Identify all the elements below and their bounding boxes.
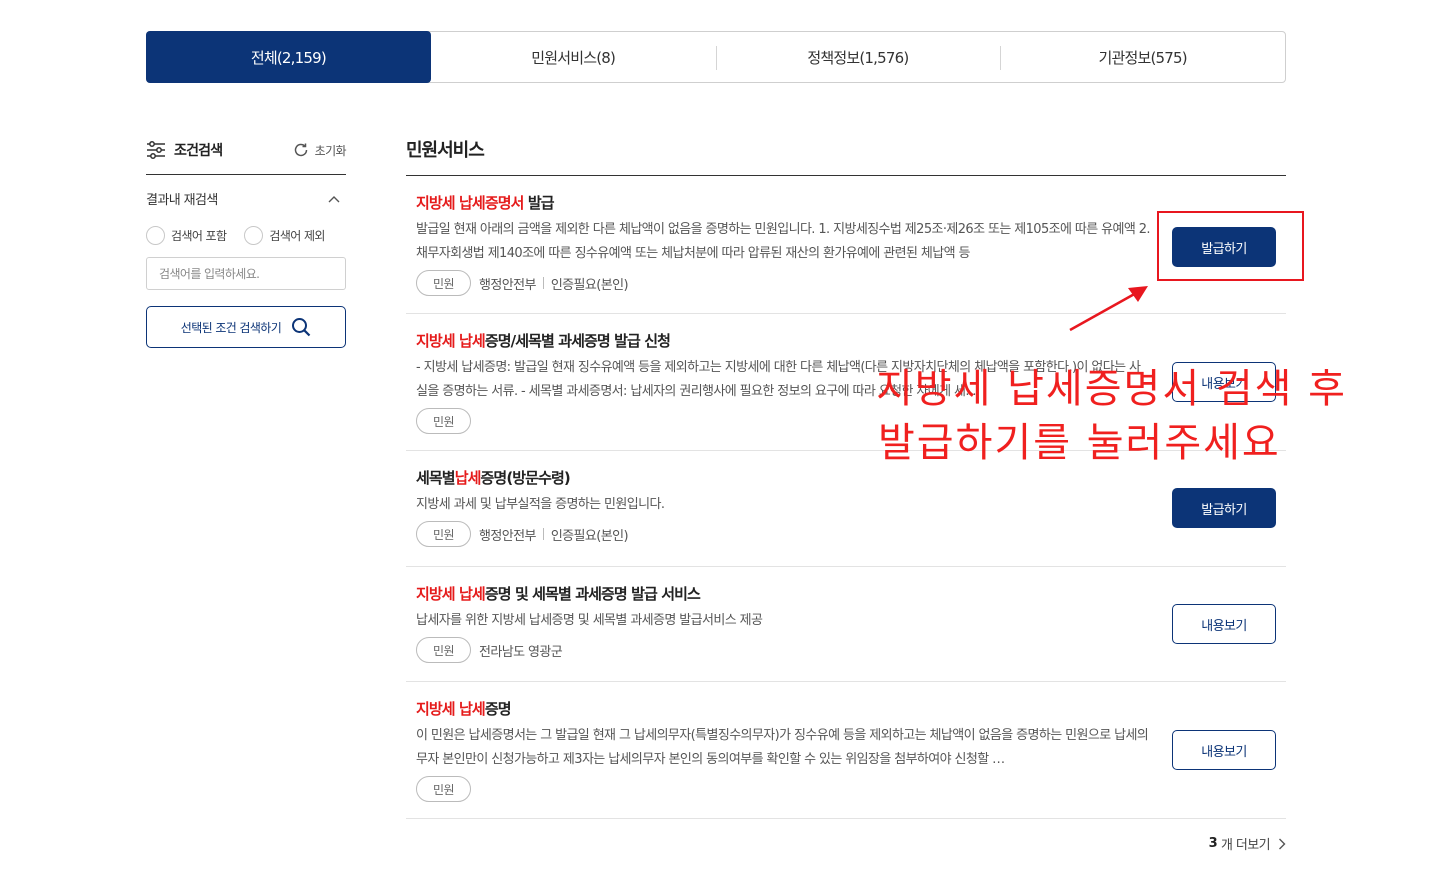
radio-include-circle[interactable] bbox=[146, 226, 165, 245]
result-title[interactable]: 지방세 납세증명 및 세목별 과세증명 발급 서비스 bbox=[416, 583, 1286, 603]
result-tag: 민원 bbox=[416, 521, 471, 547]
result-title-rest: 증명(방문수령) bbox=[480, 469, 571, 487]
sliders-icon bbox=[147, 141, 165, 159]
result-tag: 민원 bbox=[416, 408, 471, 434]
show-more-link[interactable]: 3 개 더보기 bbox=[1209, 834, 1286, 853]
reset-button[interactable]: 초기화 bbox=[293, 142, 347, 159]
section-title: 민원서비스 bbox=[406, 140, 485, 161]
result-meta: 민원 bbox=[416, 776, 1286, 802]
meta-separator bbox=[542, 277, 544, 289]
radio-include-label: 검색어 포함 bbox=[171, 229, 227, 243]
radio-exclude[interactable]: 검색어 제외 bbox=[244, 226, 325, 245]
result-title-rest: 증명/세목별 과세증명 발급 신청 bbox=[484, 332, 671, 350]
result-title[interactable]: 세목별납세증명(방문수령) bbox=[416, 467, 1286, 487]
instruction-line-2: 발급하기를 눌러주세요 bbox=[878, 420, 1281, 466]
result-auth: 인증필요(본인) bbox=[550, 528, 629, 544]
result-title-rest: 증명 bbox=[484, 700, 512, 718]
arrow-icon bbox=[1069, 286, 1148, 332]
result-item: 지방세 납세증명 및 세목별 과세증명 발급 서비스 납세자를 위한 지방세 납… bbox=[406, 567, 1286, 682]
result-title-rest: 발급 bbox=[523, 194, 555, 212]
search-icon bbox=[292, 318, 311, 337]
tab-civil-service[interactable]: 민원서비스(8) bbox=[431, 32, 716, 82]
result-agency: 행정안전부 bbox=[479, 528, 536, 544]
result-title-highlight: 지방세 납세 bbox=[416, 332, 486, 350]
result-title-highlight: 납세 bbox=[454, 469, 482, 487]
more-label: 개 더보기 bbox=[1221, 838, 1271, 853]
result-title[interactable]: 지방세 납세증명 bbox=[416, 698, 1286, 718]
filter-divider bbox=[146, 174, 346, 175]
result-tag: 민원 bbox=[416, 776, 471, 802]
condition-search-label: 선택된 조건 검색하기 bbox=[180, 320, 282, 335]
result-auth: 인증필요(본인) bbox=[550, 277, 629, 293]
category-tabs: 전체(2,159) 민원서비스(8) 정책정보(1,576) 기관정보(575) bbox=[146, 31, 1286, 83]
result-title-highlight: 지방세 납세 bbox=[416, 700, 486, 718]
refine-label: 결과내 재검색 bbox=[146, 193, 218, 208]
radio-include[interactable]: 검색어 포함 bbox=[146, 226, 227, 245]
results-section: 민원서비스 지방세 납세증명서 발급 발급일 현재 아래의 금액을 제외한 다른… bbox=[406, 136, 1286, 853]
result-title-prefix: 세목별 bbox=[416, 469, 456, 487]
result-item: 지방세 납세증명 이 민원은 납세증명서는 그 발급일 현재 그 납세의무자(특… bbox=[406, 682, 1286, 819]
result-description: 지방세 과세 및 납부실적을 증명하는 민원입니다. bbox=[416, 497, 665, 512]
filter-sidebar: 조건검색 초기화 결과내 재검색 검색어 포함 검색어 제외 선택된 조건 검색… bbox=[146, 138, 347, 348]
refine-search-input[interactable] bbox=[146, 257, 346, 290]
more-count: 3 bbox=[1208, 836, 1218, 851]
result-title[interactable]: 지방세 납세증명서 발급 bbox=[416, 192, 1286, 212]
view-details-button[interactable]: 내용보기 bbox=[1172, 604, 1276, 644]
filter-header: 조건검색 초기화 bbox=[146, 138, 347, 162]
result-title-rest: 증명 및 세목별 과세증명 발급 서비스 bbox=[484, 585, 701, 603]
instruction-annotation: 지방세 납세증명서 검색 후 발급하기를 눌러주세요 bbox=[876, 362, 1396, 470]
radio-exclude-label: 검색어 제외 bbox=[269, 229, 325, 243]
filter-title-label: 조건검색 bbox=[174, 143, 223, 159]
result-meta: 민원 전라남도 영광군 bbox=[416, 637, 1286, 663]
refresh-icon bbox=[294, 143, 307, 157]
result-description: 이 민원은 납세증명서는 그 발급일 현재 그 납세의무자(특별징수의무자)가 … bbox=[416, 728, 1149, 767]
result-agency: 행정안전부 bbox=[479, 277, 536, 293]
result-description: 납세자를 위한 지방세 납세증명 및 세목별 과세증명 발급서비스 제공 bbox=[416, 613, 763, 628]
result-agency: 전라남도 영광군 bbox=[479, 644, 563, 660]
result-title-highlight: 지방세 납세증명서 bbox=[416, 194, 524, 212]
result-title-highlight: 지방세 납세 bbox=[416, 585, 486, 603]
chevron-up-icon bbox=[328, 195, 340, 202]
tab-agency-info[interactable]: 기관정보(575) bbox=[1000, 32, 1285, 82]
issue-button[interactable]: 발급하기 bbox=[1172, 488, 1276, 528]
result-tag: 민원 bbox=[416, 270, 471, 296]
result-tag: 민원 bbox=[416, 637, 471, 663]
search-mode-radios: 검색어 포함 검색어 제외 bbox=[146, 226, 346, 245]
tab-all[interactable]: 전체(2,159) bbox=[146, 31, 431, 83]
meta-separator bbox=[542, 528, 544, 540]
tab-policy-info[interactable]: 정책정보(1,576) bbox=[715, 32, 1001, 82]
refine-toggle[interactable]: 결과내 재검색 bbox=[146, 189, 346, 208]
radio-exclude-circle[interactable] bbox=[244, 226, 264, 245]
instruction-line-1: 지방세 납세증명서 검색 후 bbox=[876, 366, 1347, 412]
condition-search-button[interactable]: 선택된 조건 검색하기 bbox=[146, 306, 346, 348]
result-meta: 민원 행정안전부 인증필요(본인) bbox=[416, 521, 1286, 547]
chevron-right-icon bbox=[1279, 838, 1286, 849]
highlight-box bbox=[1157, 211, 1304, 281]
filter-title: 조건검색 bbox=[146, 140, 223, 160]
result-description: 발급일 현재 아래의 금액을 제외한 다른 체납액이 없음을 증명하는 민원입니… bbox=[416, 222, 1151, 261]
view-details-button[interactable]: 내용보기 bbox=[1172, 730, 1276, 770]
reset-label: 초기화 bbox=[314, 143, 347, 158]
